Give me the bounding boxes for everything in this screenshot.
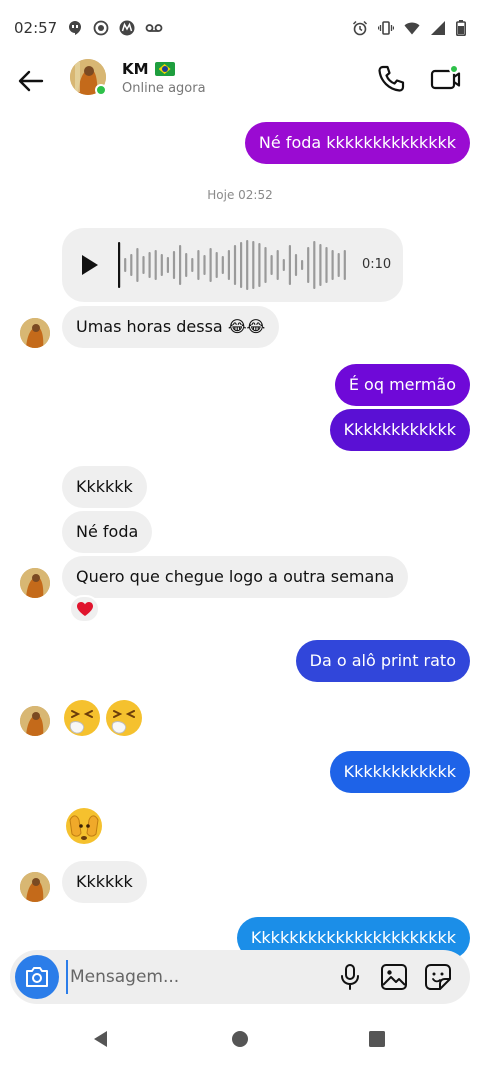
message-composer — [10, 950, 470, 1004]
wifi-icon — [404, 22, 420, 35]
waveform-bar — [270, 255, 273, 275]
waveform-bar — [203, 255, 206, 275]
waveform-bar — [307, 247, 310, 283]
peeking-eye-face-icon[interactable] — [64, 806, 104, 846]
alarm-icon — [352, 20, 368, 36]
home-circle-icon[interactable] — [229, 1028, 251, 1050]
navigation-bar — [0, 1010, 480, 1066]
conversation-timestamp: Hoje 02:52 — [207, 188, 273, 202]
message-bubble-incoming[interactable]: Quero que chegue logo a outra semana — [62, 556, 409, 598]
waveform-bar — [197, 250, 200, 280]
waveform-bar — [282, 259, 285, 271]
message-input[interactable] — [66, 960, 306, 994]
waveform-bar — [233, 245, 237, 285]
camera-icon — [26, 967, 48, 987]
phone-icon[interactable] — [374, 62, 408, 96]
voicemail-icon — [145, 24, 163, 32]
waveform-bar — [124, 258, 127, 272]
audio-waveform[interactable] — [114, 238, 352, 292]
back-triangle-icon[interactable] — [90, 1028, 112, 1050]
sneezing-face-icon[interactable] — [62, 698, 102, 738]
waveform-bar — [118, 242, 121, 288]
message-bubble-outgoing[interactable]: É oq mermão — [334, 364, 470, 406]
message-bubble-outgoing[interactable]: Kkkkkkkkkkkk — [329, 751, 470, 793]
gallery-icon[interactable] — [379, 962, 409, 992]
back-arrow-icon[interactable] — [14, 64, 48, 98]
contact-avatar-small[interactable] — [20, 706, 50, 736]
waveform-bar — [160, 254, 163, 276]
waveform-bar — [301, 260, 304, 270]
waveform-bar — [130, 254, 133, 276]
waveform-bar — [313, 241, 316, 289]
waveform-bar — [343, 250, 346, 280]
message-bubble-outgoing[interactable]: Né foda kkkkkkkkkkkkkk — [244, 122, 470, 164]
contact-avatar-small[interactable] — [20, 318, 50, 348]
online-status-dot — [95, 84, 107, 96]
waveform-bar — [252, 241, 255, 289]
waveform-bar — [240, 242, 243, 288]
motorola-icon — [119, 20, 135, 36]
audio-duration: 0:10 — [362, 257, 392, 272]
heart-icon — [76, 601, 93, 616]
audio-message[interactable]: 0:10 — [62, 228, 403, 302]
play-icon[interactable] — [80, 254, 100, 276]
waveform-bar — [148, 252, 151, 278]
microphone-icon[interactable] — [335, 962, 365, 992]
waveform-bar — [209, 248, 212, 282]
waveform-bar — [288, 245, 291, 285]
signal-icon — [431, 21, 445, 35]
message-bubble-outgoing[interactable]: Kkkkkkkkkkkk — [329, 409, 470, 451]
message-reaction[interactable] — [69, 595, 100, 623]
camera-button[interactable] — [15, 955, 59, 999]
hangouts-icon — [69, 21, 82, 35]
waveform-bar — [172, 251, 176, 279]
contact-status: Online agora — [122, 81, 206, 96]
waveform-bar — [185, 253, 188, 277]
recents-square-icon[interactable] — [366, 1028, 388, 1050]
video-call-button[interactable] — [428, 62, 462, 96]
waveform-bar — [325, 247, 328, 283]
video-active-dot — [449, 64, 459, 74]
contact-name[interactable]: KM — [122, 60, 175, 78]
waveform-bar — [191, 258, 194, 272]
waveform-bar — [166, 257, 169, 273]
contact-avatar-small[interactable] — [20, 872, 50, 902]
waveform-bar — [154, 250, 157, 280]
waveform-bar — [276, 250, 279, 280]
waveform-bar — [136, 248, 139, 282]
message-bubble-outgoing[interactable]: Da o alô print rato — [295, 640, 470, 682]
brazil-flag-icon — [154, 62, 175, 76]
waveform-bar — [294, 254, 298, 276]
vibrate-icon — [378, 21, 394, 35]
status-bar: 02:57 — [0, 0, 480, 56]
waveform-bar — [179, 245, 182, 285]
battery-icon — [456, 20, 466, 36]
message-bubble-incoming[interactable]: Kkkkkk — [62, 861, 147, 903]
target-icon — [93, 20, 109, 36]
contact-avatar-small[interactable] — [20, 568, 50, 598]
chat-header: KM Online agora — [0, 56, 480, 104]
waveform-bar — [142, 256, 145, 274]
waveform-bar — [264, 247, 267, 283]
sneezing-face-icon[interactable] — [104, 698, 144, 738]
waveform-bar — [215, 252, 218, 278]
sticker-icon[interactable] — [423, 962, 453, 992]
waveform-bar — [331, 250, 334, 280]
waveform-bar — [221, 256, 224, 274]
message-bubble-incoming[interactable]: Né foda — [62, 511, 153, 553]
waveform-bar — [319, 244, 322, 286]
status-time: 02:57 — [14, 19, 58, 37]
waveform-bar — [246, 240, 249, 290]
waveform-bar — [337, 253, 340, 277]
waveform-bar — [227, 250, 230, 280]
message-bubble-incoming[interactable]: Kkkkkk — [62, 466, 147, 508]
waveform-bar — [258, 243, 261, 287]
message-bubble-incoming[interactable]: Umas horas dessa 😂😂 — [62, 306, 280, 348]
